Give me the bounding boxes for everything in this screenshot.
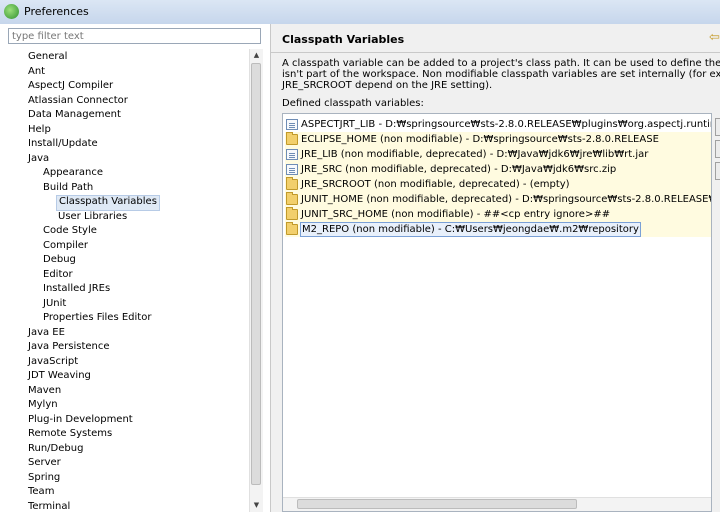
folder-icon <box>286 177 298 190</box>
tree-item[interactable]: Appearance <box>41 166 105 180</box>
remove-button[interactable] <box>715 162 720 180</box>
preference-tree: General Ant AspectJ Compiler Atlassian C… <box>0 49 249 512</box>
tree-item[interactable]: Data Management <box>26 108 123 122</box>
tree-item[interactable]: Java <box>26 152 51 166</box>
scroll-up-arrow-icon[interactable]: ▲ <box>250 49 263 62</box>
tree-item[interactable]: Maven <box>26 384 63 398</box>
page-title: Classpath Variables <box>282 33 405 46</box>
tree-item[interactable]: Installed JREs <box>41 282 112 296</box>
tree-item[interactable]: Code Style <box>41 224 99 238</box>
tree-item[interactable]: Java Persistence <box>26 340 112 354</box>
tree-item[interactable]: Plug-in Development <box>26 413 135 427</box>
list-item[interactable]: JRE_SRC (non modifiable, deprecated) - D… <box>285 162 711 177</box>
edit-button[interactable] <box>715 140 720 158</box>
right-panel: Classpath Variables ⇦ A classpath variab… <box>271 24 720 512</box>
description-line: JRE_SRCROOT depend on the JRE setting). <box>282 80 493 91</box>
tree-item[interactable]: Help <box>26 123 53 137</box>
window-title: Preferences <box>24 5 89 18</box>
tree-item[interactable]: Java EE <box>26 326 67 340</box>
folder-icon <box>286 222 298 235</box>
tree-item[interactable]: JavaScript <box>26 355 80 369</box>
list-item[interactable]: JRE_SRCROOT (non modifiable, deprecated)… <box>285 177 711 192</box>
title-separator <box>271 52 720 53</box>
page-description: A classpath variable can be added to a p… <box>282 58 720 91</box>
tree-item[interactable]: Atlassian Connector <box>26 94 130 108</box>
tree-item[interactable]: AspectJ Compiler <box>26 79 115 93</box>
jar-file-icon <box>286 119 298 130</box>
tree-item[interactable]: Spring <box>26 471 62 485</box>
tree-item[interactable]: JDT Weaving <box>26 369 93 383</box>
tree-item[interactable]: Terminal <box>26 500 72 512</box>
tree-item[interactable]: Debug <box>41 253 78 267</box>
folder-icon <box>286 207 298 220</box>
folder-icon <box>286 192 298 205</box>
description-line: A classpath variable can be added to a p… <box>282 58 720 69</box>
tree-item[interactable]: Ant <box>26 65 47 79</box>
classpath-variables-list[interactable]: ASPECTJRT_LIB - D:₩springsource₩sts-2.8.… <box>282 113 712 512</box>
list-item[interactable]: JUNIT_SRC_HOME (non modifiable) - ##<cp … <box>285 207 711 222</box>
description-line: isn't part of the workspace. Non modifia… <box>282 69 720 80</box>
tree-item[interactable]: Run/Debug <box>26 442 85 456</box>
filter-input[interactable] <box>8 28 261 44</box>
title-bar: Preferences <box>0 0 720 25</box>
tree-item[interactable]: Compiler <box>41 239 90 253</box>
tree-item[interactable]: Mylyn <box>26 398 60 412</box>
tree-item[interactable]: Remote Systems <box>26 427 114 441</box>
scrollbar-thumb[interactable] <box>251 63 261 485</box>
back-arrow-icon[interactable]: ⇦ <box>709 30 720 45</box>
defined-variables-label: Defined classpath variables: <box>282 98 424 109</box>
list-item[interactable]: JRE_LIB (non modifiable, deprecated) - D… <box>285 147 711 162</box>
folder-icon <box>286 132 298 145</box>
preferences-app-icon <box>4 4 19 19</box>
list-item-selected[interactable]: M2_REPO (non modifiable) - C:₩Users₩jeon… <box>285 222 711 237</box>
tree-scrollbar[interactable]: ▲ ▼ <box>249 49 263 512</box>
scroll-down-arrow-icon[interactable]: ▼ <box>250 499 263 512</box>
tree-item[interactable]: Install/Update <box>26 137 100 151</box>
new-button[interactable] <box>715 118 720 136</box>
tree-item[interactable]: Properties Files Editor <box>41 311 153 325</box>
list-item[interactable]: JUNIT_HOME (non modifiable, deprecated) … <box>285 192 711 207</box>
tree-item[interactable]: Build Path <box>41 181 95 195</box>
jar-file-icon <box>286 164 298 175</box>
tree-item[interactable]: User Libraries <box>56 210 129 224</box>
tree-item[interactable]: General <box>26 50 69 64</box>
tree-item[interactable]: Editor <box>41 268 75 282</box>
left-panel: General Ant AspectJ Compiler Atlassian C… <box>0 24 271 512</box>
list-horizontal-scrollbar[interactable] <box>283 497 711 511</box>
jar-file-icon <box>286 149 298 160</box>
tree-item[interactable]: Team <box>26 485 56 499</box>
tree-item[interactable]: Server <box>26 456 63 470</box>
tree-item[interactable]: JUnit <box>41 297 68 311</box>
scrollbar-thumb[interactable] <box>297 499 577 509</box>
list-item[interactable]: ECLIPSE_HOME (non modifiable) - D:₩sprin… <box>285 132 711 147</box>
list-item[interactable]: ASPECTJRT_LIB - D:₩springsource₩sts-2.8.… <box>285 117 711 132</box>
